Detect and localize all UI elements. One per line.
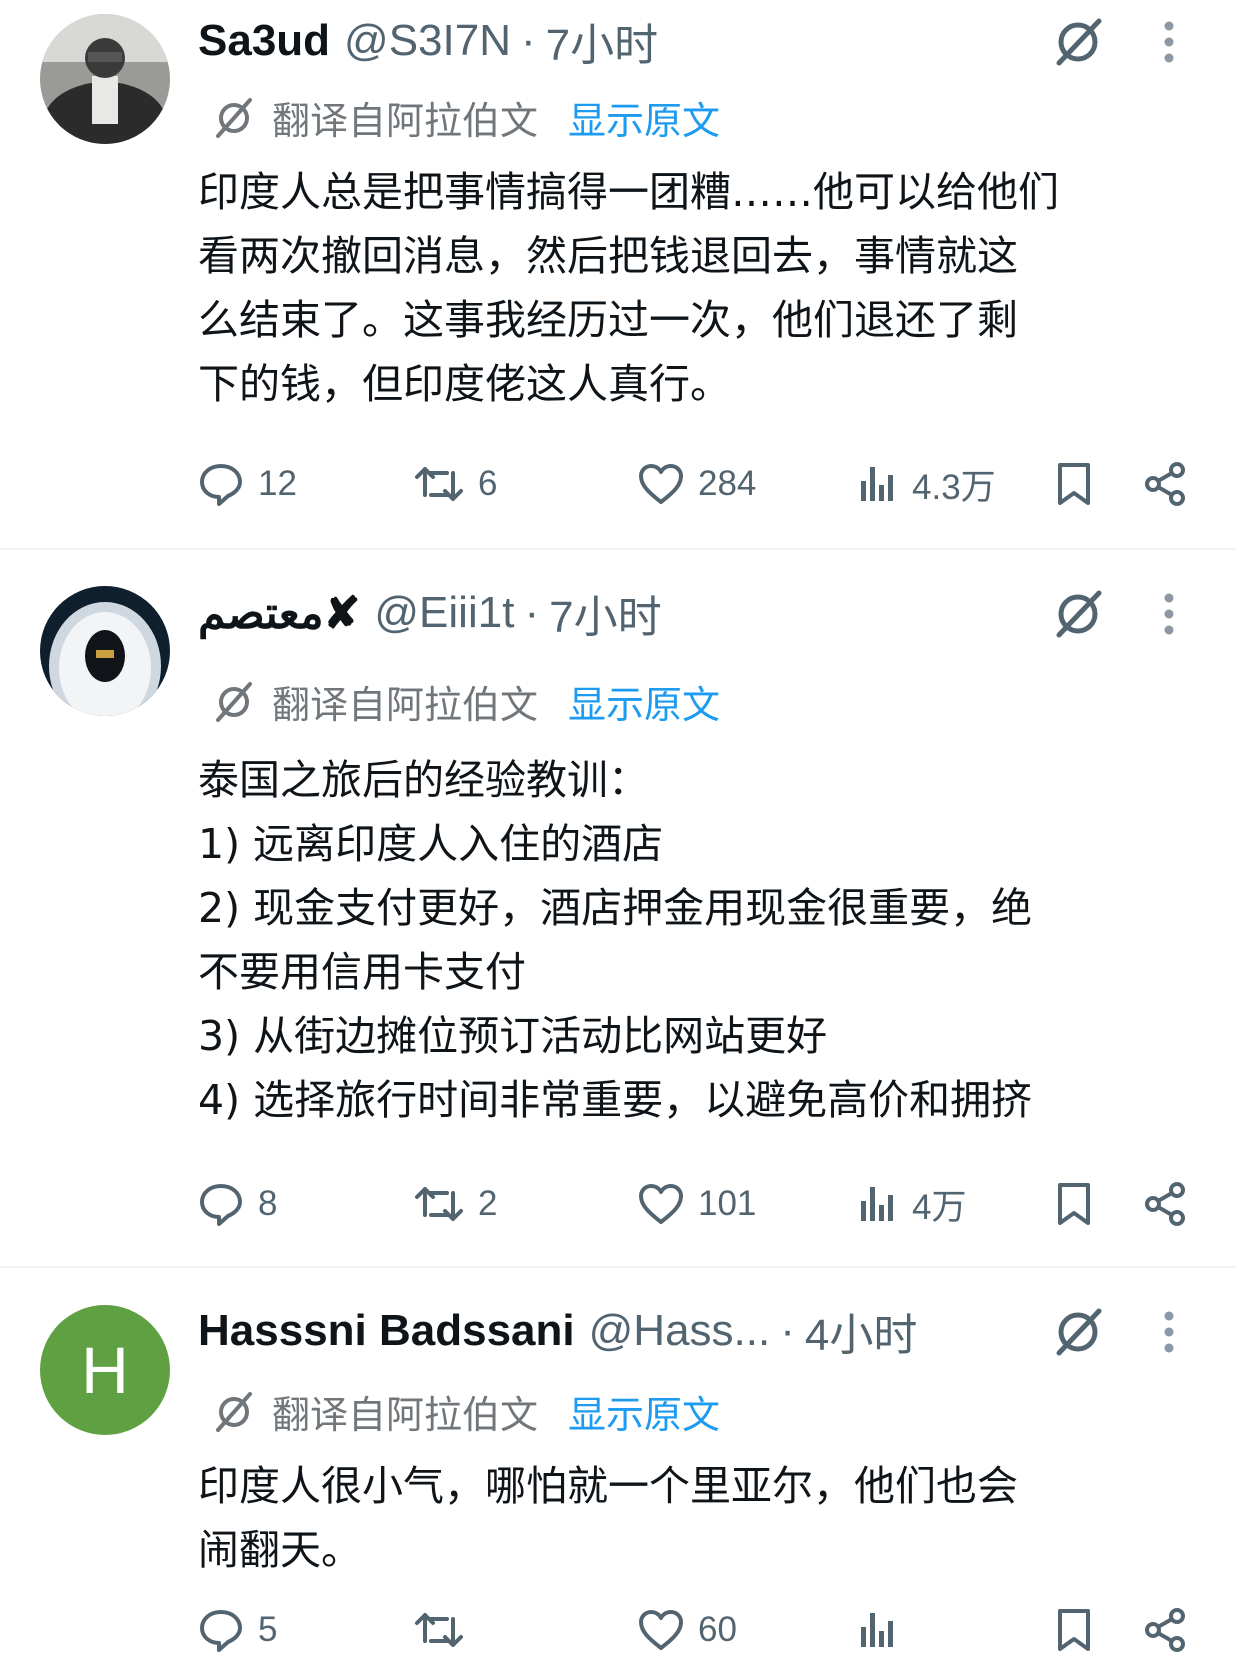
share-button[interactable]: [1143, 454, 1189, 514]
retweet-button[interactable]: 6: [414, 454, 497, 514]
tweet-header: Hasssni Badssani @Hass... · 4小时: [198, 1302, 1046, 1360]
grok-icon[interactable]: [1050, 1304, 1106, 1360]
display-name[interactable]: Sa3ud: [198, 16, 330, 66]
translate-icon: [216, 681, 252, 722]
reply-icon: [200, 464, 242, 506]
avatar[interactable]: H: [40, 1305, 170, 1435]
timestamp[interactable]: 4小时: [805, 1302, 917, 1360]
reply-button[interactable]: 5: [198, 1600, 277, 1660]
more-icon[interactable]: [1154, 14, 1184, 70]
translate-icon: [216, 97, 252, 138]
reply-button[interactable]: 8: [198, 1174, 277, 1234]
like-count: 284: [698, 464, 757, 503]
action-bar: 12 6 284 4.3万: [198, 454, 1198, 514]
like-button[interactable]: 101: [638, 1174, 756, 1234]
like-icon: [639, 464, 683, 504]
bookmark-button[interactable]: [1054, 454, 1094, 514]
show-original-link[interactable]: 显示原文: [568, 1384, 720, 1439]
retweet-count: 6: [478, 464, 498, 503]
reply-count: 5: [258, 1610, 278, 1649]
user-handle[interactable]: @S3I7N: [344, 16, 511, 66]
like-count: 60: [698, 1610, 737, 1649]
retweet-icon: [415, 467, 463, 501]
share-button[interactable]: [1143, 1174, 1189, 1234]
views-button[interactable]: 4.3万: [858, 454, 996, 514]
tweet-header: Sa3ud @S3I7N · 7小时: [198, 12, 1046, 70]
like-count: 101: [698, 1184, 757, 1223]
share-button[interactable]: [1143, 1600, 1189, 1660]
more-icon[interactable]: [1154, 586, 1184, 642]
reply-icon: [200, 1610, 242, 1652]
retweet-icon: [415, 1187, 463, 1221]
bookmark-button[interactable]: [1054, 1600, 1094, 1660]
bookmark-icon: [1058, 463, 1090, 505]
like-icon: [639, 1184, 683, 1224]
display-name[interactable]: معتصم✘: [198, 588, 360, 639]
views-icon: [861, 1613, 893, 1647]
avatar[interactable]: [40, 14, 170, 144]
translation-label: 翻译自阿拉伯文: [272, 683, 539, 727]
action-bar: 5 60: [198, 1600, 1198, 1660]
share-icon: [1145, 462, 1185, 506]
separator-dot: ·: [521, 16, 536, 65]
separator-dot: ·: [524, 588, 540, 637]
tweet[interactable]: Sa3ud @S3I7N · 7小时 翻译自阿拉伯文 显示原文 印度人总是把事情…: [0, 0, 1236, 550]
retweet-icon: [415, 1613, 463, 1647]
retweet-button[interactable]: [414, 1600, 464, 1660]
views-button[interactable]: 4万: [858, 1174, 966, 1234]
user-handle[interactable]: @Hass...: [589, 1306, 771, 1356]
reply-icon: [200, 1184, 242, 1226]
show-original-link[interactable]: 显示原文: [568, 674, 720, 729]
views-button[interactable]: [858, 1600, 898, 1660]
translation-label: 翻译自阿拉伯文: [272, 1393, 539, 1437]
tweet[interactable]: H Hasssni Badssani @Hass... · 4小时 翻译自阿拉伯…: [0, 1268, 1236, 1673]
tweet[interactable]: معتصم✘ @Eiii1t · 7小时 翻译自阿拉伯文 显示原文 泰国之旅后的…: [0, 550, 1236, 1268]
reply-button[interactable]: 12: [198, 454, 297, 514]
tweet-text: 泰国之旅后的经验教训： 1) 远离印度人入住的酒店 2) 现金支付更好，酒店押金…: [198, 756, 1033, 1124]
show-original-link[interactable]: 显示原文: [568, 90, 720, 145]
timestamp[interactable]: 7小时: [549, 584, 661, 642]
timestamp[interactable]: 7小时: [546, 12, 658, 70]
bookmark-icon: [1058, 1183, 1090, 1225]
tweet-text: 印度人总是把事情搞得一团糟……他可以给他们 看两次撤回消息，然后把钱退回去，事情…: [198, 168, 1059, 408]
translation-bar: 翻译自阿拉伯文 显示原文: [212, 1384, 720, 1439]
views-count: 4.3万: [912, 467, 996, 507]
translation-bar: 翻译自阿拉伯文 显示原文: [212, 674, 720, 729]
translation-label: 翻译自阿拉伯文: [272, 99, 539, 143]
share-icon: [1145, 1608, 1185, 1652]
translate-icon: [216, 1391, 252, 1432]
separator-dot: ·: [780, 1306, 795, 1355]
retweet-count: 2: [478, 1184, 498, 1223]
reply-count: 12: [258, 464, 297, 503]
views-count: 4万: [912, 1187, 967, 1227]
retweet-button[interactable]: 2: [414, 1174, 497, 1234]
like-button[interactable]: 284: [638, 454, 756, 514]
tweet-header: معتصم✘ @Eiii1t · 7小时: [198, 584, 1046, 642]
translation-bar: 翻译自阿拉伯文 显示原文: [212, 90, 720, 145]
grok-icon[interactable]: [1050, 586, 1106, 642]
tweet-text: 印度人很小气，哪怕就一个里亚尔，他们也会 闹翻天。: [198, 1462, 1018, 1574]
avatar[interactable]: [40, 586, 170, 716]
more-icon[interactable]: [1154, 1304, 1184, 1360]
views-icon: [861, 1187, 893, 1221]
share-icon: [1145, 1182, 1185, 1226]
action-bar: 8 2 101 4万: [198, 1174, 1198, 1234]
like-icon: [639, 1610, 683, 1650]
views-icon: [861, 467, 893, 501]
bookmark-icon: [1058, 1609, 1090, 1651]
bookmark-button[interactable]: [1054, 1174, 1094, 1234]
user-handle[interactable]: @Eiii1t: [374, 588, 514, 638]
display-name[interactable]: Hasssni Badssani: [198, 1306, 575, 1356]
like-button[interactable]: 60: [638, 1600, 737, 1660]
grok-icon[interactable]: [1050, 14, 1106, 70]
reply-count: 8: [258, 1184, 278, 1223]
